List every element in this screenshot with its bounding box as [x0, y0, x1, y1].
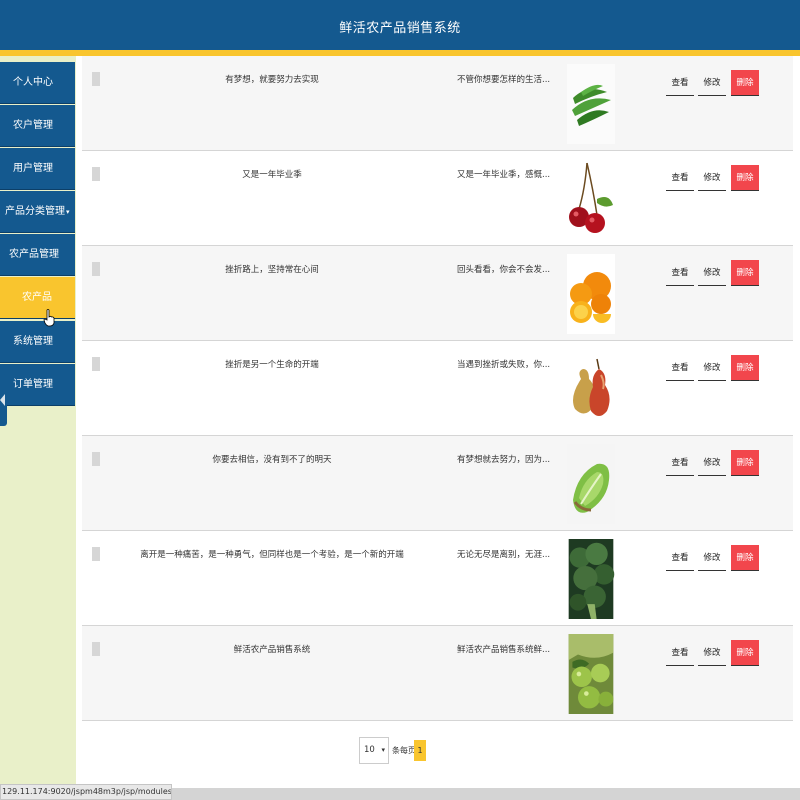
app-header: 鲜活农产品销售系统 [0, 0, 800, 50]
sidebar-item-label: 农产品 [22, 292, 52, 303]
page-size-value: 10 [364, 745, 375, 755]
green-fruit-image [568, 634, 614, 714]
sidebar-item-personal-center[interactable]: 个人中心 [0, 62, 75, 104]
row-checkbox[interactable] [92, 547, 100, 561]
sidebar-item-user-management[interactable]: 用户管理 [0, 148, 75, 190]
sidebar: 个人中心 农户管理 用户管理 产品分类管理▾ 农产品管理 农产品 系统管理 订单… [0, 56, 76, 800]
sidebar-item-category-management[interactable]: 产品分类管理▾ [0, 191, 75, 233]
chevron-down-icon: ▾ [381, 746, 385, 754]
browser-status-url: 129.11.174:9020/jspm48m3p/jsp/modules/no… [0, 784, 172, 800]
edit-button[interactable]: 修改 [698, 450, 726, 476]
edit-button[interactable]: 修改 [698, 260, 726, 286]
sidebar-item-label: 农产品管理 [9, 249, 59, 260]
delete-button[interactable]: 删除 [731, 165, 759, 191]
page-number-button[interactable]: 1 [414, 740, 426, 761]
broccoli-image [568, 539, 615, 619]
sidebar-item-system-management[interactable]: 系统管理 [0, 321, 75, 363]
view-button[interactable]: 查看 [666, 355, 694, 381]
description-cell: 回头看看，你会不会发... [457, 265, 551, 275]
description-cell: 无论无尽是离别，无涯... [457, 550, 551, 560]
view-button[interactable]: 查看 [666, 260, 694, 286]
motto-cell: 挫折路上，坚持常在心间 [225, 265, 319, 275]
sidebar-item-label: 农户管理 [13, 120, 53, 131]
view-button[interactable]: 查看 [666, 165, 694, 191]
view-button[interactable]: 查看 [666, 640, 694, 666]
green-beans-image [567, 64, 615, 144]
sidebar-item-label: 订单管理 [13, 379, 53, 390]
per-page-label: 条每页 [392, 746, 416, 755]
cherries-image [567, 159, 615, 239]
description-cell: 有梦想就去努力，因为... [457, 455, 551, 465]
table-row: 挫折路上，坚持常在心间 回头看看，你会不会发... 查看 修改 删除 [82, 246, 793, 341]
row-checkbox[interactable] [92, 642, 100, 656]
row-checkbox[interactable] [92, 262, 100, 276]
description-cell: 又是一年毕业季，感慨... [457, 170, 551, 180]
table-row: 离开是一种痛苦，是一种勇气，但同样也是一个考验，是一个新的开端 无论无尽是离别，… [82, 531, 793, 626]
motto-cell: 离开是一种痛苦，是一种勇气，但同样也是一个考验，是一个新的开端 [140, 550, 404, 560]
lettuce-image [567, 444, 615, 524]
motto-cell: 挫折是另一个生命的开端 [225, 360, 319, 370]
page-size-select[interactable]: 10 ▾ [359, 737, 389, 764]
description-cell: 不管你想要怎样的生活... [457, 75, 551, 85]
hand-cursor-icon [43, 309, 55, 327]
sidebar-item-label: 产品分类管理 [5, 206, 65, 217]
sidebar-item-label: 系统管理 [13, 336, 53, 347]
oranges-image [567, 254, 615, 334]
pears-image [567, 349, 615, 429]
edit-button[interactable]: 修改 [698, 70, 726, 96]
delete-button[interactable]: 删除 [731, 640, 759, 666]
delete-button[interactable]: 删除 [731, 355, 759, 381]
edit-button[interactable]: 修改 [698, 545, 726, 571]
edit-button[interactable]: 修改 [698, 640, 726, 666]
row-checkbox[interactable] [92, 452, 100, 466]
motto-cell: 鲜活农产品销售系统 [233, 645, 311, 655]
delete-button[interactable]: 删除 [731, 450, 759, 476]
delete-button[interactable]: 删除 [731, 70, 759, 96]
row-checkbox[interactable] [92, 72, 100, 86]
sidebar-item-products[interactable]: 农产品 [0, 277, 75, 319]
description-cell: 当遇到挫折或失败，你... [457, 360, 551, 370]
delete-button[interactable]: 删除 [731, 260, 759, 286]
sidebar-item-farmer-management[interactable]: 农户管理 [0, 105, 75, 147]
table-row: 挫折是另一个生命的开端 当遇到挫折或失败，你... 查看 修改 删除 [82, 341, 793, 436]
table-row: 你要去相信，没有到不了的明天 有梦想就去努力，因为... 查看 修改 删除 [82, 436, 793, 531]
row-checkbox[interactable] [92, 357, 100, 371]
caret-icon: ▾ [66, 208, 70, 216]
motto-cell: 你要去相信，没有到不了的明天 [212, 455, 332, 465]
edit-button[interactable]: 修改 [698, 355, 726, 381]
table-row: 鲜活农产品销售系统 鲜活农产品销售系统鲜... 查看 修改 删除 [82, 626, 793, 721]
table-row: 又是一年毕业季 又是一年毕业季，感慨... 查看 修改 删除 [82, 151, 793, 246]
view-button[interactable]: 查看 [666, 450, 694, 476]
row-checkbox[interactable] [92, 167, 100, 181]
view-button[interactable]: 查看 [666, 70, 694, 96]
edit-button[interactable]: 修改 [698, 165, 726, 191]
app-title: 鲜活农产品销售系统 [339, 21, 461, 36]
view-button[interactable]: 查看 [666, 545, 694, 571]
sidebar-item-product-management[interactable]: 农产品管理 [0, 234, 75, 276]
description-cell: 鲜活农产品销售系统鲜... [457, 645, 551, 655]
motto-cell: 又是一年毕业季 [242, 170, 302, 180]
sidebar-item-order-management[interactable]: 订单管理 [0, 364, 75, 406]
sidebar-item-label: 用户管理 [13, 163, 53, 174]
horizontal-scrollbar[interactable] [172, 788, 800, 800]
delete-button[interactable]: 删除 [731, 545, 759, 571]
sidebar-collapse-toggle[interactable] [0, 374, 7, 426]
table-row: 有梦想，就要努力去实现 不管你想要怎样的生活... 查看 修改 删除 [82, 56, 793, 151]
sidebar-item-label: 个人中心 [13, 77, 53, 88]
motto-cell: 有梦想，就要努力去实现 [225, 75, 319, 85]
